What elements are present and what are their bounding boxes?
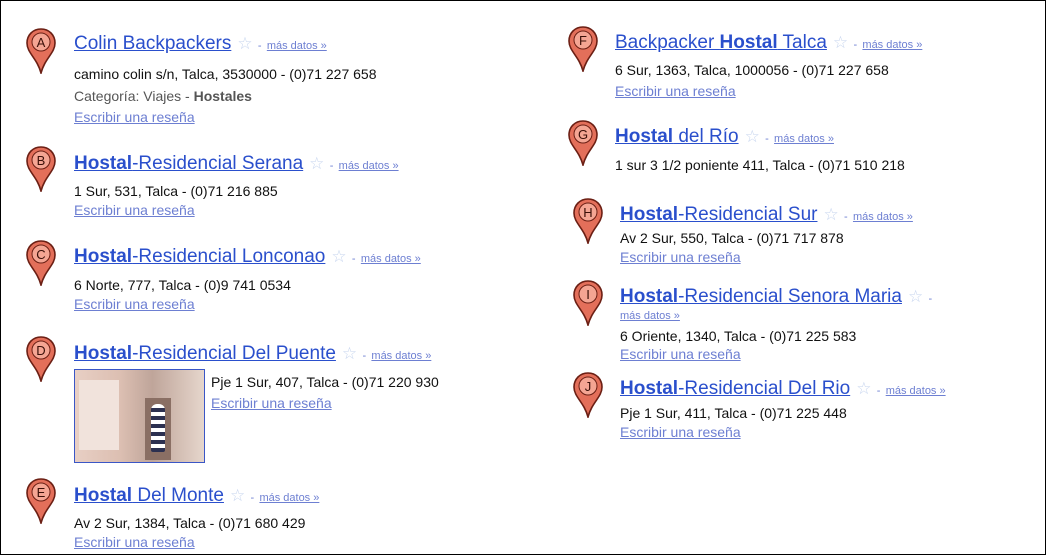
listing-c: C Hostal-Residencial Lonconao ☆ - más dat… xyxy=(26,240,546,320)
marker-letter: B xyxy=(37,153,46,168)
listing-a: A Colin Backpackers ☆ - más datos » camin… xyxy=(26,28,526,138)
star-outline-icon[interactable]: ☆ xyxy=(908,287,923,306)
more-info-link[interactable]: más datos » xyxy=(862,39,922,51)
listing-address: camino colin s/n, Talca, 3530000 - (0)71… xyxy=(74,66,377,82)
write-review-link[interactable]: Escribir una reseña xyxy=(620,248,741,266)
map-pin-icon[interactable]: I xyxy=(573,280,603,326)
listing-title[interactable]: Hostal-Residencial Lonconao xyxy=(74,246,325,267)
listing-e: E Hostal Del Monte ☆ - más datos » Av 2 S… xyxy=(26,478,526,558)
listing-title[interactable]: Colin Backpackers xyxy=(74,33,231,54)
star-outline-icon[interactable]: ☆ xyxy=(823,205,838,224)
more-info-link[interactable]: más datos » xyxy=(339,160,399,172)
map-pin-icon[interactable]: G xyxy=(568,120,598,166)
write-review-link[interactable]: Escribir una reseña xyxy=(620,345,741,363)
star-outline-icon[interactable]: ☆ xyxy=(856,379,871,398)
star-outline-icon[interactable]: ☆ xyxy=(237,34,252,53)
listing-title[interactable]: Hostal del Río xyxy=(615,126,739,147)
listing-title[interactable]: Backpacker Hostal Talca xyxy=(615,32,827,53)
write-review-link[interactable]: Escribir una reseña xyxy=(74,201,195,219)
listing-title[interactable]: Hostal-Residencial Del Rio xyxy=(620,378,850,399)
more-info-link[interactable]: más datos » xyxy=(259,492,319,504)
write-review-link[interactable]: Escribir una reseña xyxy=(620,423,741,441)
map-pin-icon[interactable]: A xyxy=(26,28,56,74)
map-pin-icon[interactable]: B xyxy=(26,146,56,192)
listing-i: I Hostal-Residencial Senora Maria ☆ - más… xyxy=(573,280,1038,370)
more-info-link[interactable]: más datos » xyxy=(361,253,421,265)
map-pin-icon[interactable]: D xyxy=(26,336,56,382)
listing-title[interactable]: Hostal-Residencial Del Puente xyxy=(74,343,336,364)
write-review-link[interactable]: Escribir una reseña xyxy=(74,533,195,551)
listing-title[interactable]: Hostal-Residencial Sur xyxy=(620,204,817,225)
listing-address: Pje 1 Sur, 407, Talca - (0)71 220 930 xyxy=(211,374,439,390)
write-review-link[interactable]: Escribir una reseña xyxy=(74,295,195,313)
listing-address: 6 Sur, 1363, Talca, 1000056 - (0)71 227 … xyxy=(615,62,889,78)
marker-letter: D xyxy=(36,343,45,358)
more-info-link[interactable]: más datos » xyxy=(886,385,946,397)
marker-letter: F xyxy=(579,33,587,48)
listing-g: G Hostal del Río ☆ - más datos » 1 sur 3 … xyxy=(568,120,1038,180)
marker-letter: C xyxy=(36,247,45,262)
map-pin-icon[interactable]: F xyxy=(568,26,598,72)
listing-address: 6 Norte, 777, Talca - (0)9 741 0534 xyxy=(74,277,291,293)
marker-letter: I xyxy=(586,287,590,302)
star-outline-icon[interactable]: ☆ xyxy=(342,344,357,363)
write-review-link[interactable]: Escribir una reseña xyxy=(74,108,195,126)
write-review-link[interactable]: Escribir una reseña xyxy=(211,394,332,412)
marker-letter: A xyxy=(37,35,46,50)
more-info-link[interactable]: más datos » xyxy=(620,310,680,322)
listing-address: Av 2 Sur, 1384, Talca - (0)71 680 429 xyxy=(74,515,306,531)
listing-address: Av 2 Sur, 550, Talca - (0)71 717 878 xyxy=(620,230,844,246)
map-pin-icon[interactable]: J xyxy=(573,372,603,418)
more-info-link[interactable]: más datos » xyxy=(853,211,913,223)
listing-h: H Hostal-Residencial Sur ☆ - más datos » … xyxy=(573,198,1038,273)
write-review-link[interactable]: Escribir una reseña xyxy=(615,82,736,100)
listing-photo[interactable] xyxy=(74,369,205,463)
more-info-link[interactable]: más datos » xyxy=(774,133,834,145)
listing-title[interactable]: Hostal-Residencial Senora Maria xyxy=(620,286,902,307)
map-pin-icon[interactable]: E xyxy=(26,478,56,524)
marker-letter: H xyxy=(583,205,592,220)
listing-j: J Hostal-Residencial Del Rio ☆ - más dato… xyxy=(573,372,1043,447)
more-info-link[interactable]: más datos » xyxy=(267,40,327,52)
marker-letter: J xyxy=(585,379,592,394)
listing-b: B Hostal-Residencial Serana ☆ - más datos… xyxy=(26,146,526,226)
listing-category: Categoría: Viajes - Hostales xyxy=(74,88,252,104)
more-info-link[interactable]: más datos » xyxy=(371,350,431,362)
listing-address: 1 Sur, 531, Talca - (0)71 216 885 xyxy=(74,183,278,199)
star-outline-icon[interactable]: ☆ xyxy=(309,154,324,173)
star-outline-icon[interactable]: ☆ xyxy=(833,33,848,52)
listing-title[interactable]: Hostal-Residencial Serana xyxy=(74,153,303,174)
listing-address: 1 sur 3 1/2 poniente 411, Talca - (0)71 … xyxy=(615,157,905,173)
marker-letter: E xyxy=(37,485,46,500)
star-outline-icon[interactable]: ☆ xyxy=(745,127,760,146)
listing-address: Pje 1 Sur, 411, Talca - (0)71 225 448 xyxy=(620,405,847,421)
map-pin-icon[interactable]: C xyxy=(26,240,56,286)
map-pin-icon[interactable]: H xyxy=(573,198,603,244)
photo-thumbnail[interactable] xyxy=(74,369,205,463)
star-outline-icon[interactable]: ☆ xyxy=(230,486,245,505)
listing-d: D Hostal-Residencial Del Puente ☆ - más d… xyxy=(26,336,556,466)
marker-letter: G xyxy=(578,127,588,142)
star-outline-icon[interactable]: ☆ xyxy=(331,247,346,266)
listing-address: 6 Oriente, 1340, Talca - (0)71 225 583 xyxy=(620,328,857,344)
listing-f: F Backpacker Hostal Talca ☆ - más datos »… xyxy=(568,26,1038,106)
listing-title[interactable]: Hostal Del Monte xyxy=(74,485,224,506)
